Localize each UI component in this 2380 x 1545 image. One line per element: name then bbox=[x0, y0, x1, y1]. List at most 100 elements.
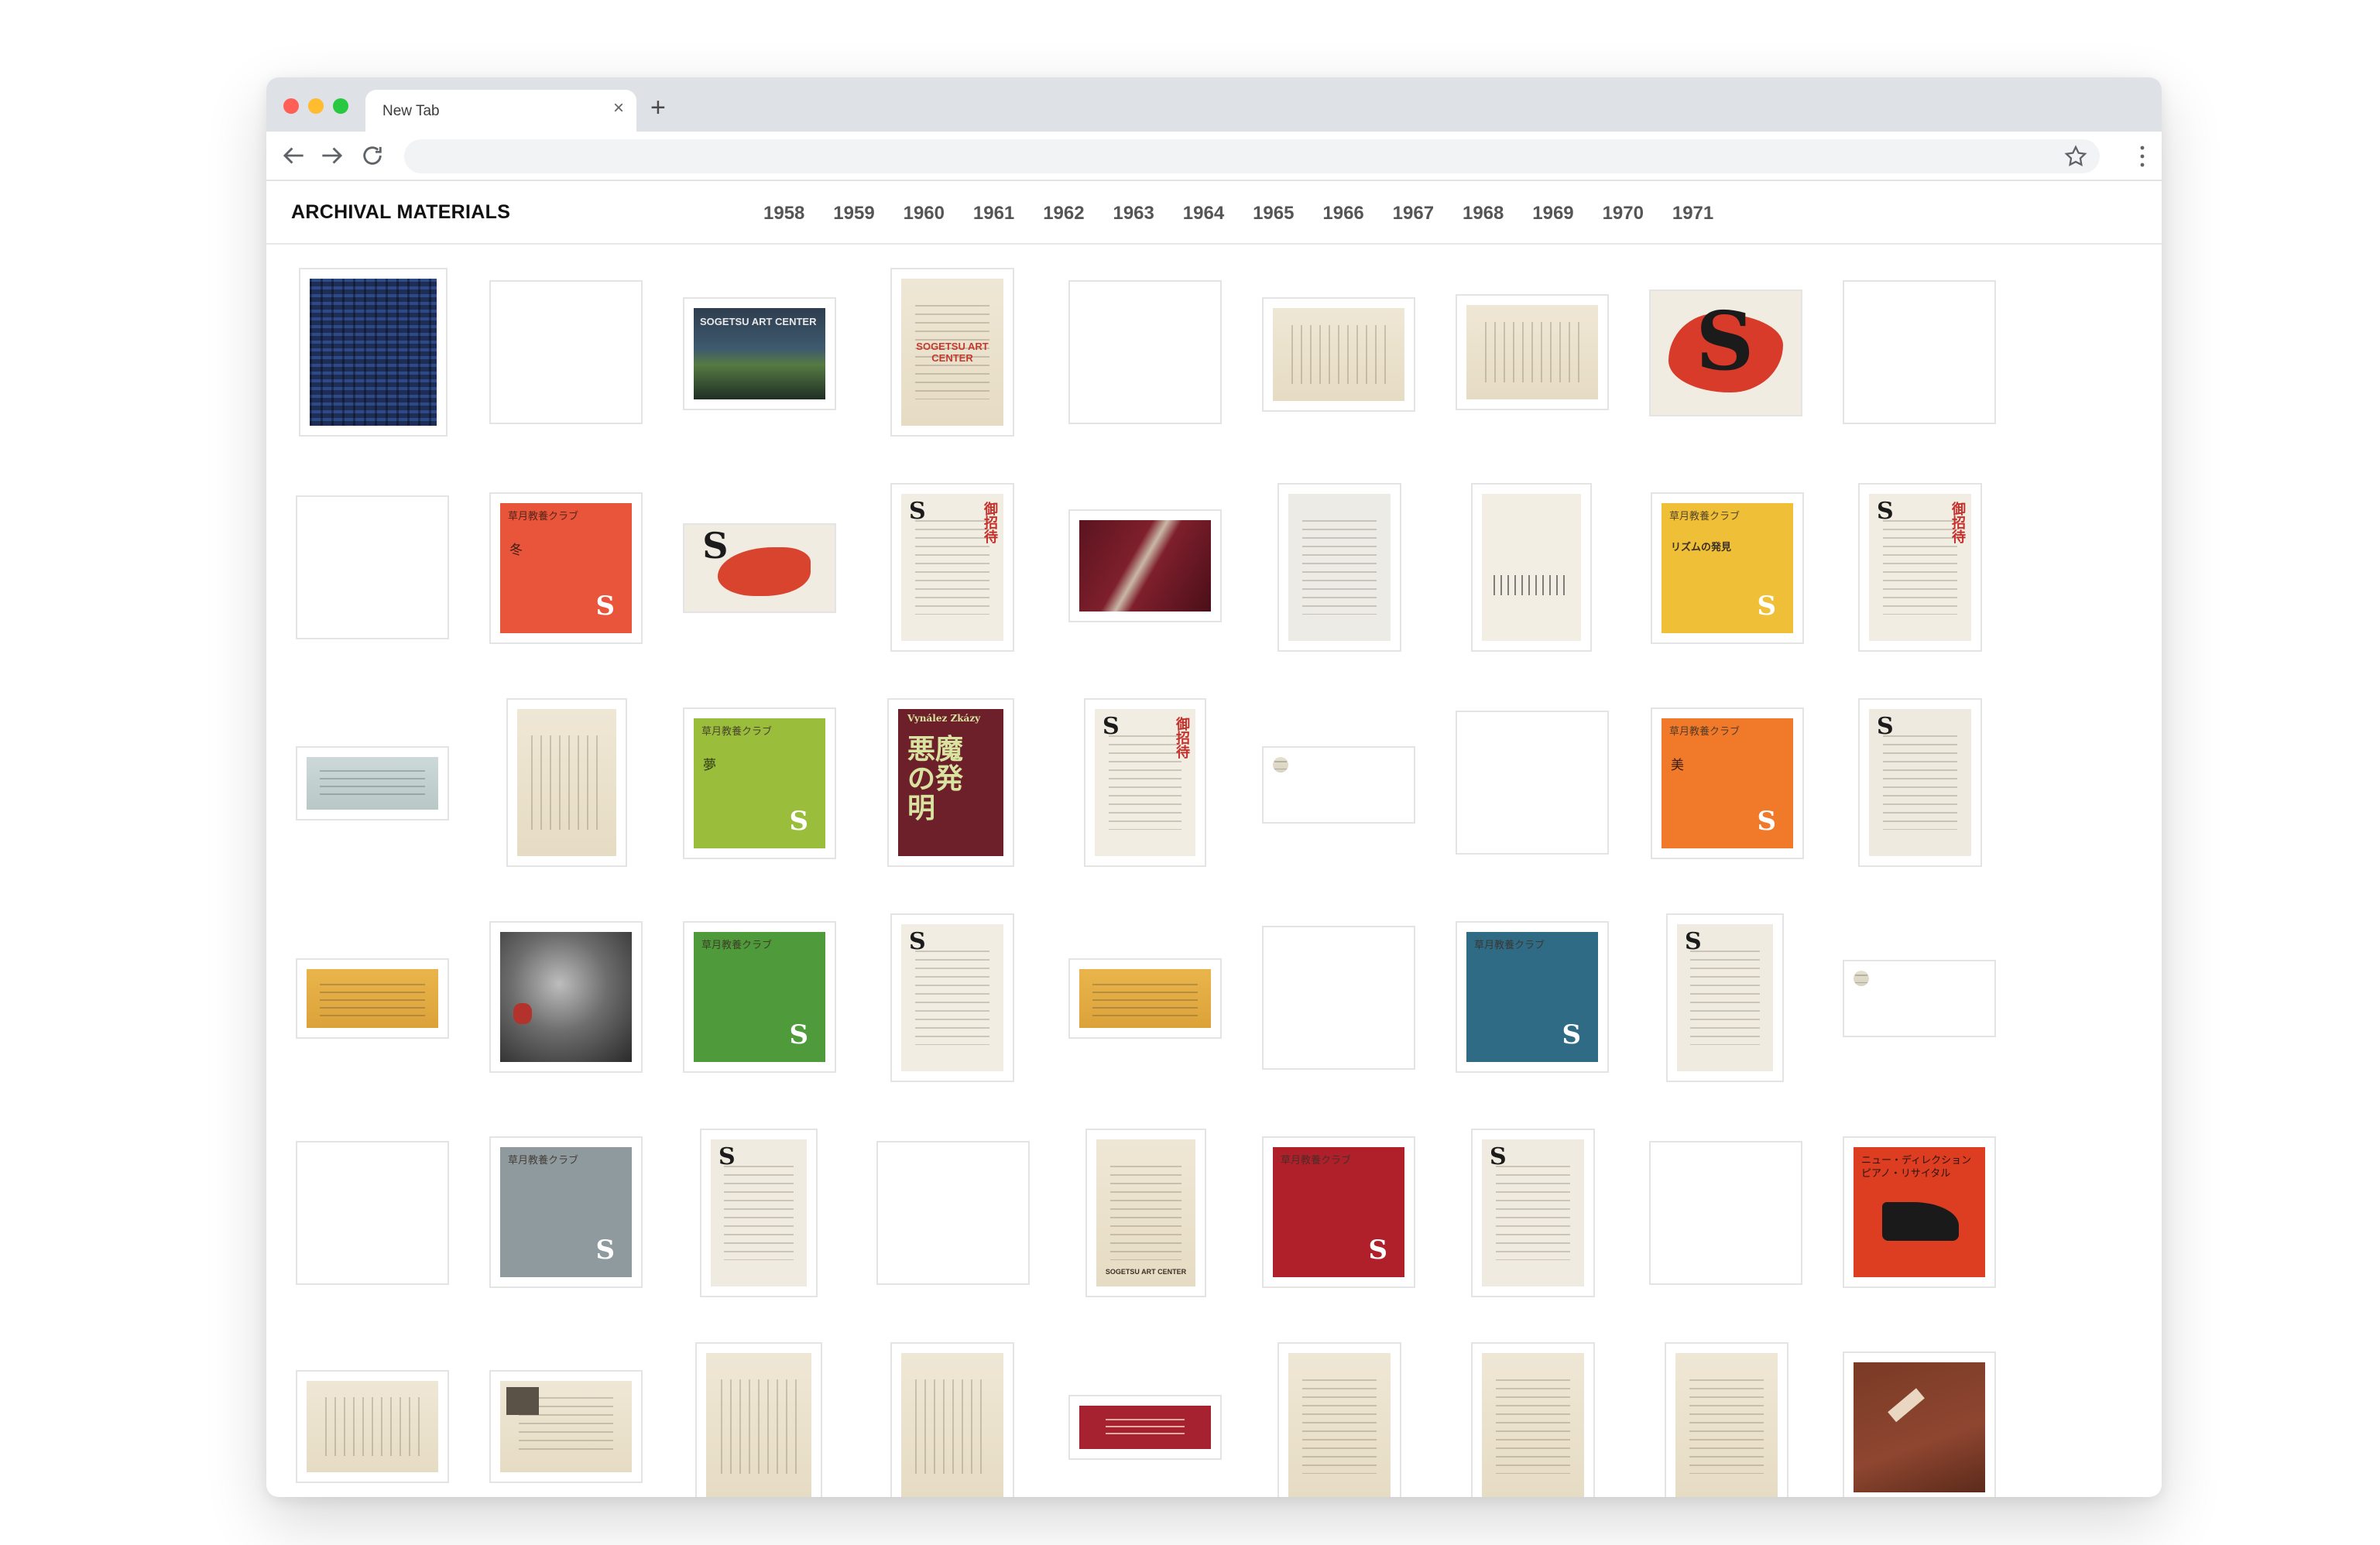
year-link-1969[interactable]: 1969 bbox=[1532, 203, 1602, 224]
year-link-1965[interactable]: 1965 bbox=[1253, 203, 1322, 224]
archive-item-placeholder[interactable] bbox=[1649, 1141, 1802, 1285]
archive-item-placeholder[interactable] bbox=[1456, 711, 1609, 855]
document-thumbnail bbox=[901, 1353, 1003, 1497]
booklet-cover-thumbnail: 草月教養クラブ S bbox=[500, 1147, 632, 1277]
reload-button[interactable] bbox=[358, 141, 387, 170]
year-link-1971[interactable]: 1971 bbox=[1672, 203, 1742, 224]
archive-item[interactable]: SOGETSU ART CENTER bbox=[683, 297, 836, 410]
year-link-1961[interactable]: 1961 bbox=[973, 203, 1043, 224]
archive-item[interactable] bbox=[683, 523, 836, 613]
booklet-cover-thumbnail: 草月教養クラブ S bbox=[694, 932, 825, 1062]
archive-item[interactable] bbox=[1649, 289, 1802, 416]
photo-banner-text: SOGETSU ART CENTER bbox=[700, 316, 817, 327]
archive-item[interactable] bbox=[1471, 1342, 1595, 1497]
archive-item[interactable] bbox=[1277, 483, 1401, 652]
archive-item[interactable] bbox=[1277, 1342, 1401, 1497]
archive-item[interactable] bbox=[299, 268, 448, 437]
archive-item[interactable] bbox=[296, 958, 449, 1039]
archive-item[interactable]: S bbox=[1858, 698, 1982, 867]
booklet-cover-thumbnail: 草月教養クラブ 冬 S bbox=[500, 503, 632, 633]
bookmark-star-icon[interactable] bbox=[2063, 143, 2089, 170]
year-link-1966[interactable]: 1966 bbox=[1322, 203, 1392, 224]
archive-item-placeholder[interactable] bbox=[1262, 926, 1415, 1070]
archive-item[interactable]: 草月教養クラブ S bbox=[1456, 921, 1609, 1073]
archive-item[interactable]: 草月教養クラブ S bbox=[683, 921, 836, 1073]
program-thumbnail: S bbox=[711, 1139, 807, 1286]
archive-item[interactable] bbox=[1665, 1342, 1788, 1497]
cover-title: リズムの発見 bbox=[1671, 542, 1732, 553]
archive-item[interactable]: S bbox=[1471, 1129, 1595, 1297]
archive-item[interactable] bbox=[296, 746, 449, 820]
archive-item[interactable] bbox=[1068, 1395, 1222, 1460]
archive-item[interactable]: S bbox=[890, 913, 1014, 1082]
sogetsu-logo-icon: S bbox=[1368, 1235, 1387, 1266]
address-bar[interactable] bbox=[404, 139, 2100, 173]
archive-item[interactable] bbox=[1068, 958, 1222, 1039]
archive-item[interactable]: SOGETSU ART CENTER bbox=[1085, 1129, 1206, 1297]
archive-item-placeholder[interactable] bbox=[1843, 280, 1996, 424]
minimize-window-button[interactable] bbox=[308, 98, 324, 114]
archive-item[interactable]: Vynález Zkázy 悪魔の発明 bbox=[887, 698, 1014, 867]
archive-item[interactable]: 草月教養クラブ S bbox=[1262, 1136, 1415, 1288]
archive-item[interactable] bbox=[296, 1370, 449, 1483]
browser-tab[interactable]: New Tab × bbox=[365, 90, 636, 132]
archive-item[interactable]: 草月教養クラブ 冬 S bbox=[489, 492, 643, 644]
new-tab-button[interactable]: + bbox=[650, 94, 666, 121]
maximize-window-button[interactable] bbox=[333, 98, 348, 114]
sogetsu-logo-icon: S bbox=[1103, 713, 1120, 740]
year-link-1959[interactable]: 1959 bbox=[833, 203, 903, 224]
archive-item-placeholder[interactable] bbox=[489, 280, 643, 424]
archive-item[interactable] bbox=[1068, 509, 1222, 622]
ticket-thumbnail bbox=[307, 757, 438, 810]
archive-item[interactable] bbox=[1262, 746, 1415, 824]
sogetsu-logo-icon: S bbox=[1877, 498, 1894, 525]
booklet-cover-thumbnail: 草月教養クラブ リズムの発見 S bbox=[1662, 503, 1793, 633]
year-link-1962[interactable]: 1962 bbox=[1043, 203, 1113, 224]
year-link-1967[interactable]: 1967 bbox=[1393, 203, 1463, 224]
year-link-1958[interactable]: 1958 bbox=[763, 203, 833, 224]
archive-item[interactable]: 草月教養クラブ 美 S bbox=[1651, 707, 1804, 859]
archive-item[interactable]: ニュー・ディレクション ピアノ・リサイタル bbox=[1843, 1136, 1996, 1288]
archive-item[interactable]: S bbox=[1666, 913, 1784, 1082]
archive-item[interactable] bbox=[506, 698, 627, 867]
archive-item[interactable] bbox=[1262, 297, 1415, 412]
close-window-button[interactable] bbox=[283, 98, 299, 114]
archive-item[interactable]: S 御招待 bbox=[890, 483, 1014, 652]
archive-item[interactable] bbox=[489, 921, 643, 1073]
archive-item[interactable]: S 御招待 bbox=[1858, 483, 1982, 652]
site-header: ARCHIVAL MATERIALS 1958 1959 1960 1961 1… bbox=[266, 181, 2162, 245]
browser-menu-icon[interactable] bbox=[2138, 144, 2146, 169]
sogetsu-logo-icon: S bbox=[1490, 1143, 1507, 1170]
archive-item[interactable] bbox=[695, 1342, 822, 1497]
archive-item[interactable]: S 御招待 bbox=[1084, 698, 1206, 867]
archive-item[interactable]: SOGETSU ART CENTER bbox=[890, 268, 1014, 437]
forward-button[interactable] bbox=[317, 141, 347, 170]
sogetsu-logo-icon: S bbox=[1757, 591, 1776, 622]
sculpture-photo-thumbnail bbox=[500, 932, 632, 1062]
year-link-1960[interactable]: 1960 bbox=[904, 203, 973, 224]
archive-item[interactable]: S bbox=[700, 1129, 818, 1297]
tab-title: New Tab bbox=[382, 103, 440, 119]
archive-item[interactable]: 草月教養クラブ 夢 S bbox=[683, 707, 836, 859]
archive-item-placeholder[interactable] bbox=[296, 495, 449, 639]
archive-item[interactable] bbox=[890, 1342, 1014, 1497]
year-link-1963[interactable]: 1963 bbox=[1113, 203, 1182, 224]
archive-item[interactable] bbox=[1843, 960, 1996, 1037]
archive-item[interactable] bbox=[1471, 483, 1592, 652]
document-thumbnail bbox=[1466, 305, 1598, 399]
archive-item[interactable]: 草月教養クラブ S bbox=[489, 1136, 643, 1288]
archive-item[interactable] bbox=[489, 1370, 643, 1483]
archive-item-placeholder[interactable] bbox=[296, 1141, 449, 1285]
year-link-1964[interactable]: 1964 bbox=[1183, 203, 1253, 224]
year-link-1970[interactable]: 1970 bbox=[1603, 203, 1672, 224]
sogetsu-logo-icon: S bbox=[595, 1235, 615, 1266]
archive-item-placeholder[interactable] bbox=[1068, 280, 1222, 424]
archive-item-placeholder[interactable] bbox=[876, 1141, 1030, 1285]
archive-item[interactable] bbox=[1843, 1351, 1996, 1497]
archive-item[interactable] bbox=[1456, 294, 1609, 410]
year-link-1968[interactable]: 1968 bbox=[1463, 203, 1532, 224]
back-button[interactable] bbox=[279, 141, 308, 170]
archive-item[interactable]: 草月教養クラブ リズムの発見 S bbox=[1651, 492, 1804, 644]
tab-close-icon[interactable]: × bbox=[613, 99, 624, 118]
site-title[interactable]: ARCHIVAL MATERIALS bbox=[291, 201, 510, 224]
